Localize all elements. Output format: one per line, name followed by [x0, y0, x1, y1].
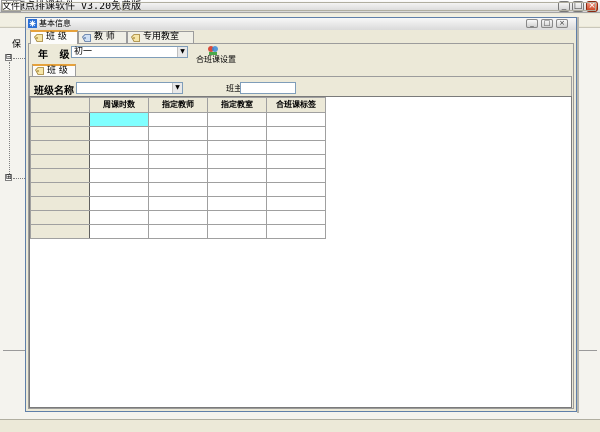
- grade-label: 年 级: [38, 50, 74, 61]
- row-header[interactable]: [30, 126, 90, 141]
- tree-connector: [13, 178, 25, 179]
- column-header-weekly-hours[interactable]: 周课时数: [89, 97, 149, 113]
- grid-cell[interactable]: [207, 126, 267, 141]
- grid-cell[interactable]: [207, 210, 267, 225]
- table-row[interactable]: [30, 154, 326, 169]
- grid-cell[interactable]: [266, 154, 326, 169]
- status-segment: [2, 2, 120, 11]
- grid-cell[interactable]: [266, 112, 326, 127]
- grid-corner: [30, 97, 90, 113]
- row-header[interactable]: [30, 112, 90, 127]
- grid-cell[interactable]: [89, 140, 149, 155]
- grid-cell[interactable]: [207, 168, 267, 183]
- grid-cell[interactable]: [207, 224, 267, 239]
- course-grid: 周课时数 指定教师 指定教室 合班课标签: [30, 97, 326, 239]
- grid-cell[interactable]: [148, 112, 208, 127]
- grid-cell[interactable]: [207, 140, 267, 155]
- row-header[interactable]: [30, 196, 90, 211]
- tab-teacher[interactable]: 教 师: [78, 31, 127, 43]
- chevron-down-icon[interactable]: ▼: [177, 47, 187, 57]
- grid-cell[interactable]: [148, 224, 208, 239]
- table-row[interactable]: [30, 196, 326, 211]
- dialog-title: 基本信息: [39, 19, 71, 28]
- grid-cell[interactable]: [89, 210, 149, 225]
- tag-icon: [131, 34, 140, 42]
- grid-cell[interactable]: [148, 196, 208, 211]
- table-row[interactable]: [30, 140, 326, 155]
- row-header[interactable]: [30, 210, 90, 225]
- grid-cell[interactable]: [148, 140, 208, 155]
- grid-header-row: 周课时数 指定教师 指定教室 合班课标签: [30, 97, 326, 113]
- column-header-merge-tag[interactable]: 合班课标签: [266, 97, 326, 113]
- grid-cell[interactable]: [89, 196, 149, 211]
- dialog-title-bar[interactable]: [26, 18, 576, 30]
- tab-class-inner-label: 班 级: [47, 66, 68, 76]
- grid-cell[interactable]: [207, 196, 267, 211]
- grid-cell[interactable]: [148, 210, 208, 225]
- grade-select[interactable]: 初一 ▼: [71, 46, 188, 58]
- grid-cell[interactable]: [148, 168, 208, 183]
- table-row[interactable]: [30, 112, 326, 127]
- tab-class-inner[interactable]: 班 级: [32, 64, 76, 76]
- grid-cell[interactable]: [89, 126, 149, 141]
- table-row[interactable]: [30, 168, 326, 183]
- grid-cell[interactable]: [266, 196, 326, 211]
- grade-select-value: 初一: [74, 47, 93, 57]
- row-header[interactable]: [30, 182, 90, 197]
- tab-special-room[interactable]: 专用教室: [127, 31, 194, 43]
- chevron-down-icon[interactable]: ▼: [172, 83, 182, 93]
- status-bar: [0, 419, 600, 432]
- tab-special-room-label: 专用教室: [143, 32, 180, 42]
- class-name-select[interactable]: ▼: [76, 82, 183, 94]
- grid-cell[interactable]: [266, 140, 326, 155]
- side-tab-label[interactable]: 保: [12, 37, 21, 50]
- tree-expand-icon[interactable]: ⊟: [5, 54, 12, 61]
- grid-cell[interactable]: [89, 168, 149, 183]
- grid-cell[interactable]: [266, 182, 326, 197]
- tab-class-label: 班 级: [46, 32, 67, 42]
- tag-icon: [34, 34, 43, 42]
- table-row[interactable]: [30, 210, 326, 225]
- tab-teacher-label: 教 师: [94, 32, 115, 42]
- grid-cell[interactable]: [207, 182, 267, 197]
- tree-connector: [13, 58, 25, 59]
- grid-cell[interactable]: [266, 126, 326, 141]
- head-teacher-input[interactable]: [240, 82, 296, 94]
- dialog-close-button[interactable]: ×: [556, 19, 568, 28]
- grid-cell[interactable]: [266, 224, 326, 239]
- grid-cell[interactable]: [89, 182, 149, 197]
- row-header[interactable]: [30, 154, 90, 169]
- dialog-shadow: [577, 17, 579, 413]
- grid-cell[interactable]: [148, 154, 208, 169]
- column-header-assigned-teacher[interactable]: 指定教师: [148, 97, 208, 113]
- row-header[interactable]: [30, 224, 90, 239]
- table-row[interactable]: [30, 224, 326, 239]
- tag-icon: [82, 34, 91, 42]
- grid-cell[interactable]: [89, 224, 149, 239]
- status-segment: [122, 2, 596, 11]
- dialog-minimize-button[interactable]: _: [526, 19, 538, 28]
- row-header[interactable]: [30, 140, 90, 155]
- grid-cell[interactable]: [207, 154, 267, 169]
- grid-cell[interactable]: [266, 210, 326, 225]
- grid-cell-selected[interactable]: [89, 112, 149, 127]
- tab-class[interactable]: 班 级: [30, 30, 78, 44]
- tag-icon: [35, 67, 44, 75]
- grid-cell[interactable]: [266, 168, 326, 183]
- table-row[interactable]: [30, 182, 326, 197]
- grid-cell[interactable]: [207, 112, 267, 127]
- tree-collapse-icon[interactable]: ⊞: [5, 174, 12, 181]
- column-header-assigned-room[interactable]: 指定教室: [207, 97, 267, 113]
- table-row[interactable]: [30, 126, 326, 141]
- merge-class-button[interactable]: 合班课设置: [196, 54, 236, 65]
- row-header[interactable]: [30, 168, 90, 183]
- grid-cell[interactable]: [89, 154, 149, 169]
- dialog-maximize-button[interactable]: □: [541, 19, 553, 28]
- grid-cell[interactable]: [148, 182, 208, 197]
- class-name-label: 班级名称: [34, 86, 74, 97]
- grid-cell[interactable]: [148, 126, 208, 141]
- tree-connector: [9, 62, 10, 174]
- dialog-logo-icon: [28, 19, 37, 28]
